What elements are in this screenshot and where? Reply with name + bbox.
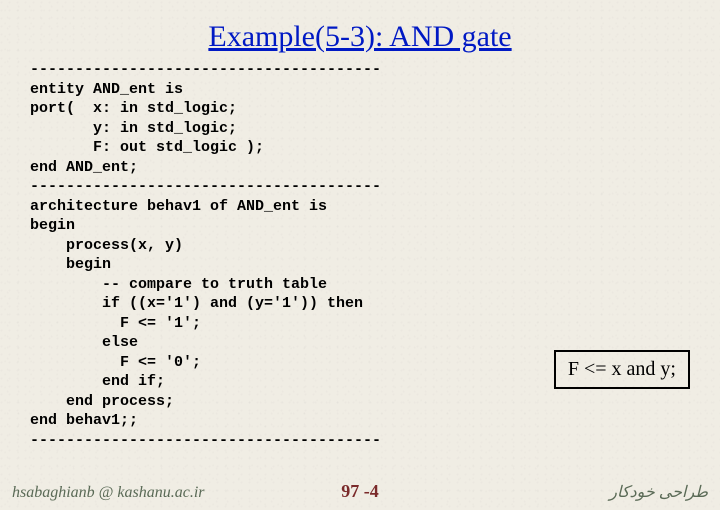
equivalent-statement-box: F <= x and y; [554,350,690,389]
footer-right-text: طراحی خودکار [609,482,708,502]
slide-title: Example(5-3): AND gate [0,20,720,54]
vhdl-code-block: --------------------------------------- … [30,60,381,450]
